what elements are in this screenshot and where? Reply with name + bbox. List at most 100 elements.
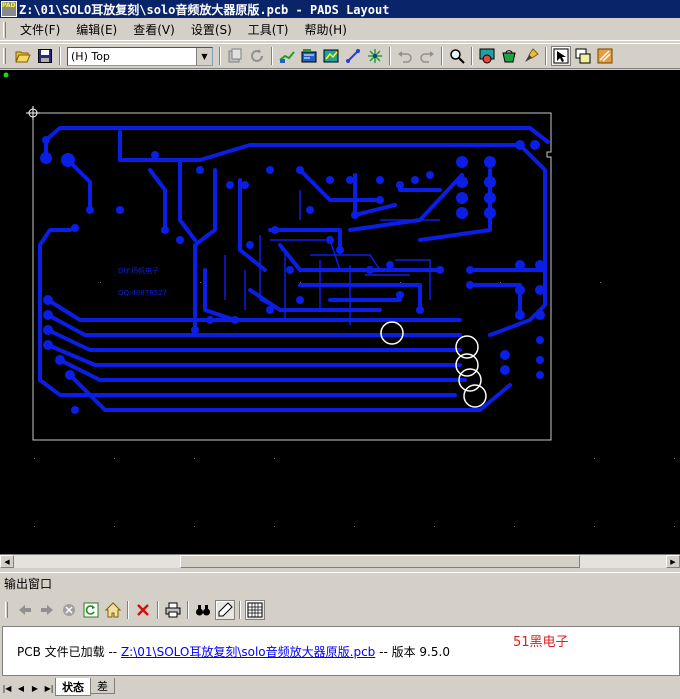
output-pane[interactable]: PCB 文件已加载 -- Z:\01\SOLO耳放复刻\solo音频放大器原版.…	[2, 626, 680, 676]
arrow-left-icon	[19, 605, 31, 615]
window-title: Z:\01\SOLO耳放复刻\solo音频放大器原版.pcb - PADS La…	[19, 2, 390, 17]
toolbar-separator	[157, 601, 159, 619]
output-toolbar-grip[interactable]	[5, 602, 8, 618]
binoculars-icon	[196, 605, 210, 616]
toolbar-separator	[545, 47, 547, 65]
toolbar-separator	[389, 47, 391, 65]
ecolayer-button[interactable]	[365, 46, 385, 66]
tab-next-icon[interactable]: ▶	[28, 681, 42, 695]
stop-icon	[63, 604, 75, 616]
undo-icon	[398, 51, 412, 63]
scroll-right-icon[interactable]: ▶	[666, 555, 680, 568]
back-button[interactable]	[15, 600, 35, 620]
output-toolbar	[0, 596, 680, 624]
undo-button[interactable]	[395, 46, 415, 66]
properties-button[interactable]	[225, 46, 245, 66]
grid-button[interactable]	[245, 600, 265, 620]
toolbar-separator	[59, 47, 61, 65]
arrow-right-icon	[41, 605, 53, 615]
save-button[interactable]	[35, 46, 55, 66]
menu-edit[interactable]: 编辑(E)	[68, 21, 125, 38]
origin-marker	[3, 72, 9, 78]
route-button[interactable]	[277, 46, 297, 66]
main-toolbar: (H) Top ▼	[0, 43, 680, 69]
pcb-canvas[interactable]: QQ:46878527 DIY:杨帆电子	[0, 70, 680, 554]
save-icon	[38, 49, 52, 63]
message-suffix: -- 版本 9.5.0	[375, 645, 450, 659]
window-icon	[575, 48, 591, 64]
close-icon	[137, 604, 149, 616]
menu-file[interactable]: 文件(F)	[12, 21, 68, 38]
output-window-title: 输出窗口	[0, 572, 680, 594]
menu-view[interactable]: 查看(V)	[125, 21, 183, 38]
menu-setup[interactable]: 设置(S)	[183, 21, 240, 38]
menu-tools[interactable]: 工具(T)	[240, 21, 297, 38]
window-button[interactable]	[573, 46, 593, 66]
tab-prev-icon[interactable]: ◀	[14, 681, 28, 695]
chevron-down-icon[interactable]: ▼	[196, 47, 212, 65]
pads-app-icon[interactable]: PADS	[1, 1, 17, 17]
tab-status[interactable]: 状态	[55, 678, 91, 696]
scroll-left-icon[interactable]: ◀	[0, 555, 14, 568]
zoom-icon	[450, 49, 465, 64]
pencil-icon	[218, 602, 233, 617]
home-icon	[105, 602, 121, 618]
route-icon	[279, 51, 295, 63]
brush-button[interactable]	[521, 46, 541, 66]
zoom-button[interactable]	[447, 46, 467, 66]
printer-icon	[165, 602, 181, 618]
layer-select[interactable]: (H) Top ▼	[67, 46, 213, 66]
wire-icon	[346, 49, 360, 63]
toolbar-separator	[127, 601, 129, 619]
clear-button[interactable]	[133, 600, 153, 620]
home-button[interactable]	[103, 600, 123, 620]
toolbar-separator	[441, 47, 443, 65]
scroll-thumb[interactable]	[180, 555, 580, 568]
output-message: PCB 文件已加载 -- Z:\01\SOLO耳放复刻\solo音频放大器原版.…	[17, 643, 450, 660]
file-path-link[interactable]: Z:\01\SOLO耳放复刻\solo音频放大器原版.pcb	[121, 645, 375, 659]
menu-bar: 文件(F) 编辑(E) 查看(V) 设置(S) 工具(T) 帮助(H)	[0, 19, 680, 41]
refresh-icon	[83, 602, 99, 618]
horizontal-scrollbar[interactable]: ◀ ▶	[0, 554, 680, 568]
output-tab-bar: |◀ ◀ ▶ ▶| 状态 差	[0, 678, 680, 699]
open-button[interactable]	[13, 46, 33, 66]
toolbar-separator	[471, 47, 473, 65]
pcb-label-qq: QQ:46878527	[118, 289, 167, 297]
stop-button[interactable]	[59, 600, 79, 620]
open-icon	[15, 51, 31, 63]
toolbar-grip[interactable]	[3, 48, 6, 64]
design-button[interactable]	[299, 46, 319, 66]
pour-icon	[502, 50, 516, 63]
tab-last-icon[interactable]: ▶|	[42, 681, 56, 695]
toolbar-separator	[271, 47, 273, 65]
select-mode-button[interactable]	[551, 46, 571, 66]
refresh-output-button[interactable]	[81, 600, 101, 620]
forward-button[interactable]	[37, 600, 57, 620]
refresh-button[interactable]	[247, 46, 267, 66]
design-icon	[301, 49, 317, 63]
pcb-workspace[interactable]: QQ:46878527 DIY:杨帆电子	[0, 70, 680, 554]
wire-button[interactable]	[343, 46, 363, 66]
grid-icon	[247, 602, 263, 618]
drafting-button[interactable]	[321, 46, 341, 66]
find-button[interactable]	[193, 600, 213, 620]
print-button[interactable]	[163, 600, 183, 620]
refresh-icon	[251, 49, 263, 62]
tab-diff[interactable]: 差	[90, 678, 115, 694]
verify-button[interactable]	[477, 46, 497, 66]
pour-button[interactable]	[499, 46, 519, 66]
edit-button[interactable]	[215, 600, 235, 620]
select-mode-icon	[553, 48, 569, 64]
toolbar-separator	[187, 601, 189, 619]
menubar-grip[interactable]	[3, 21, 6, 38]
message-prefix: PCB 文件已加载 --	[17, 645, 121, 659]
watermark-text: 51黑电子	[513, 635, 569, 650]
redo-button[interactable]	[417, 46, 437, 66]
toolbar-separator	[219, 47, 221, 65]
toolbar-separator	[239, 601, 241, 619]
pads-button[interactable]	[595, 46, 615, 66]
layer-value: (H) Top	[71, 49, 110, 63]
tab-first-icon[interactable]: |◀	[0, 681, 14, 695]
menu-help[interactable]: 帮助(H)	[297, 21, 355, 38]
properties-icon	[228, 48, 242, 63]
